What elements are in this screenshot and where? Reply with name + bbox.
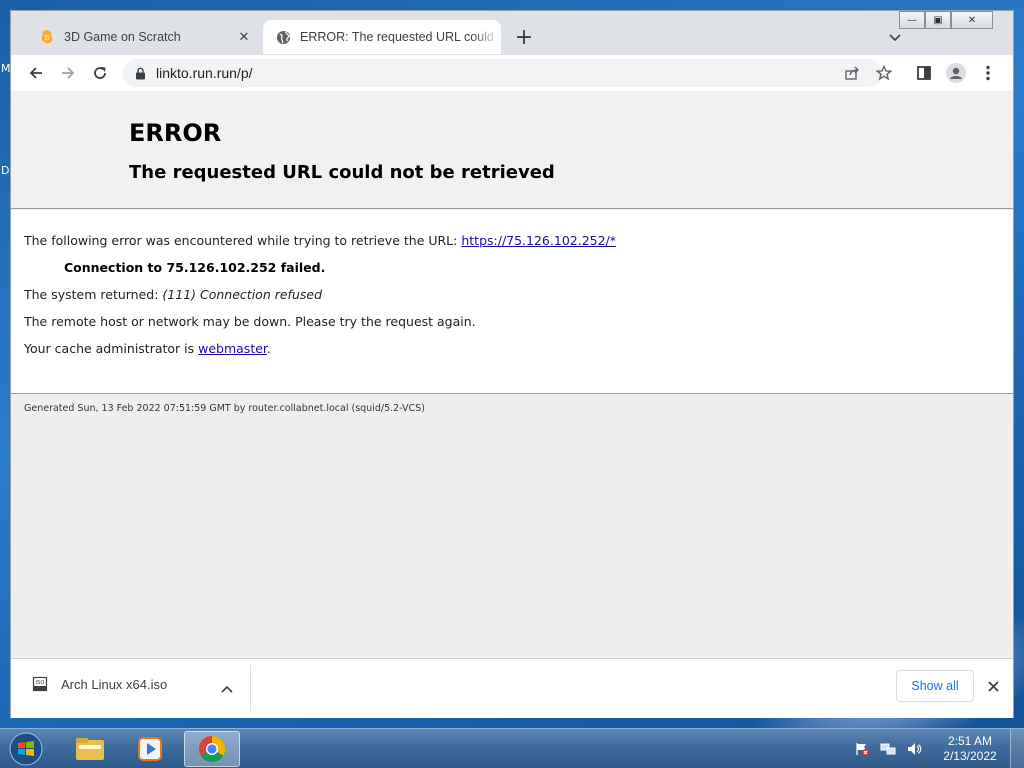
close-icon[interactable]: [983, 676, 1003, 696]
clock[interactable]: 2:51 AM 2/13/2022: [930, 734, 1010, 764]
share-icon[interactable]: [839, 60, 865, 86]
volume-icon[interactable]: [904, 739, 924, 759]
start-button[interactable]: [6, 731, 46, 767]
minimize-icon[interactable]: —: [899, 11, 925, 29]
profile-avatar-icon[interactable]: [943, 60, 969, 86]
desktop-icon-label: D: [1, 164, 10, 177]
tab-error-page[interactable]: ERROR: The requested URL could not be re…: [263, 20, 501, 54]
system-returned-label: The system returned:: [24, 287, 163, 302]
page-viewport: ERROR The requested URL could not be ret…: [11, 91, 1013, 658]
tab-strip: B 3D Game on Scratch ✕ ERROR: The reques…: [11, 11, 1013, 55]
svg-text:ISO: ISO: [36, 680, 45, 686]
show-all-button[interactable]: Show all: [896, 670, 974, 702]
bookmark-star-icon[interactable]: [871, 60, 897, 86]
svg-text:B: B: [45, 34, 50, 42]
error-remote-host: The remote host or network may be down. …: [24, 314, 476, 329]
window-controls: — ▣ ✕: [899, 11, 993, 29]
cache-admin-suffix: .: [266, 341, 271, 356]
browser-window: B 3D Game on Scratch ✕ ERROR: The reques…: [10, 10, 1014, 718]
error-cache-admin: Your cache administrator is webmaster.: [24, 341, 271, 356]
tab-title: ERROR: The requested URL could not be re…: [300, 30, 501, 44]
back-arrow-icon[interactable]: [23, 60, 49, 86]
error-system-returned: The system returned: (111) Connection re…: [24, 287, 322, 302]
page-footer: Generated Sun, 13 Feb 2022 07:51:59 GMT …: [24, 403, 425, 414]
show-desktop-button[interactable]: [1010, 729, 1024, 768]
reload-icon[interactable]: [87, 60, 113, 86]
tab-title: 3D Game on Scratch: [64, 30, 181, 44]
download-filename: Arch Linux x64.iso: [61, 676, 168, 692]
new-tab-button[interactable]: +: [513, 27, 535, 49]
system-returned-detail: (111) Connection refused: [162, 287, 322, 302]
clock-date: 2/13/2022: [943, 749, 997, 763]
side-panel-icon[interactable]: [911, 60, 937, 86]
action-center-flag-icon[interactable]: [852, 739, 872, 759]
chevron-down-icon[interactable]: [884, 27, 906, 49]
webmaster-link[interactable]: webmaster: [198, 341, 267, 356]
error-header: ERROR The requested URL could not be ret…: [11, 91, 1013, 209]
scratch-icon: B: [39, 29, 55, 45]
browser-toolbar: linkto.run.run/p/: [11, 55, 1013, 91]
error-url-link[interactable]: https://75.126.102.252/*: [461, 233, 616, 248]
address-bar[interactable]: linkto.run.run/p/: [123, 59, 883, 87]
explorer-icon[interactable]: [62, 731, 118, 767]
page-subtitle: The requested URL could not be retrieved: [129, 162, 555, 183]
media-player-icon[interactable]: [122, 731, 178, 767]
taskbar: 2:51 AM 2/13/2022: [0, 728, 1024, 768]
address-text: linkto.run.run/p/: [156, 65, 253, 81]
iso-file-icon: ISO: [31, 675, 49, 693]
chevron-up-icon[interactable]: [217, 679, 237, 699]
download-bar: ISO Arch Linux x64.iso Show all: [11, 658, 1013, 718]
close-icon[interactable]: ✕: [235, 28, 253, 46]
chrome-icon[interactable]: [184, 731, 240, 767]
globe-icon: [275, 29, 291, 45]
error-details: The following error was encountered whil…: [11, 210, 1013, 394]
error-line-url: The following error was encountered whil…: [24, 233, 616, 248]
maximize-icon[interactable]: ▣: [925, 11, 951, 29]
download-item[interactable]: ISO Arch Linux x64.iso: [31, 675, 167, 693]
divider: [250, 665, 251, 711]
error-connection-failed: Connection to 75.126.102.252 failed.: [64, 260, 326, 275]
forward-arrow-icon[interactable]: [55, 60, 81, 86]
cache-admin-label: Your cache administrator is: [24, 341, 199, 356]
system-tray: 2:51 AM 2/13/2022: [852, 729, 1024, 768]
error-line-text: The following error was encountered whil…: [24, 233, 462, 248]
page-title: ERROR: [129, 119, 222, 147]
close-icon[interactable]: ✕: [951, 11, 993, 29]
lock-icon[interactable]: [135, 67, 146, 80]
tab-scratch-game[interactable]: B 3D Game on Scratch ✕: [25, 20, 261, 54]
clock-time: 2:51 AM: [947, 734, 993, 748]
menu-kebab-icon[interactable]: [975, 60, 1001, 86]
network-icon[interactable]: [878, 739, 898, 759]
